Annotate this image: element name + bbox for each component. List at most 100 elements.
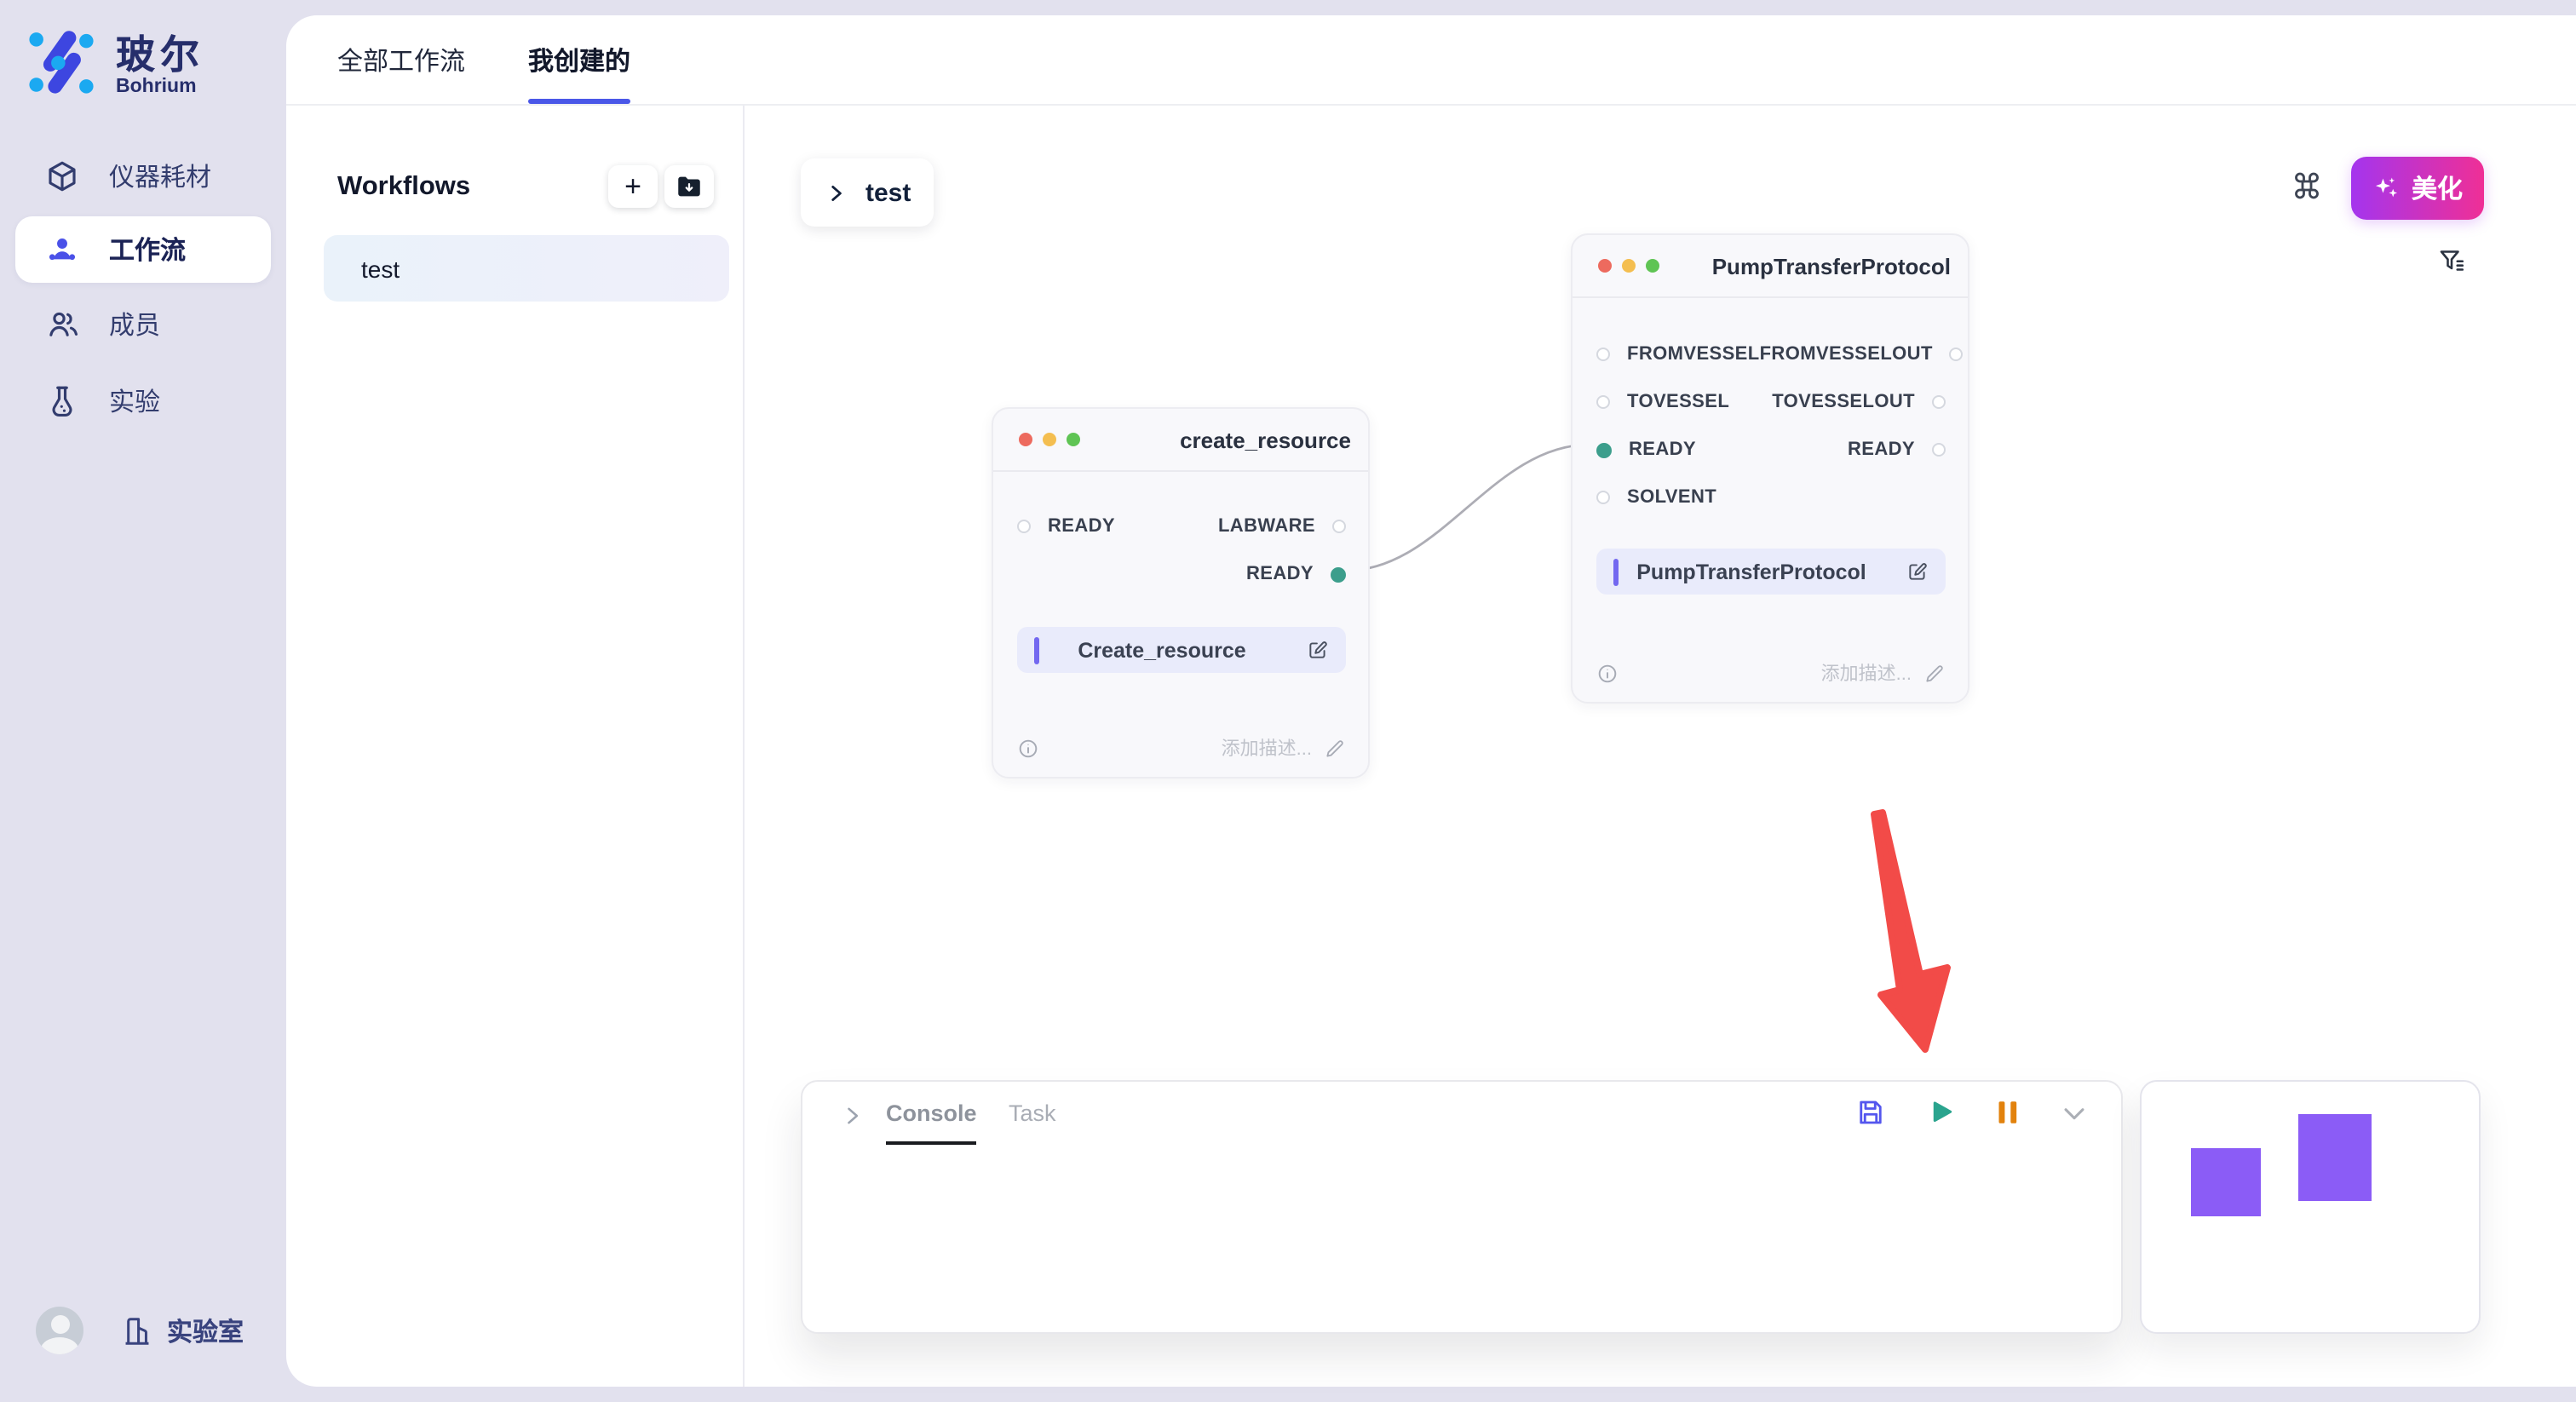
sidebar-item-instruments[interactable]: 仪器耗材 — [15, 143, 271, 210]
port-label: READY — [1848, 440, 1915, 460]
node-header: PumpTransferProtocol — [1573, 235, 1968, 298]
action-accent-bar — [1034, 636, 1039, 664]
save-button[interactable] — [1855, 1097, 1886, 1128]
node-footer: 添加描述... — [1017, 733, 1346, 763]
port-row: TOVESSEL TOVESSELOUT — [1573, 378, 1968, 426]
sidebar-item-workflow[interactable]: 工作流 — [15, 216, 271, 283]
command-palette-button[interactable] — [2290, 169, 2324, 203]
brand-name-zh: 玻尔 — [116, 32, 204, 77]
port-out-tovesselout[interactable] — [1932, 395, 1946, 409]
building-icon — [121, 1314, 153, 1347]
sidebar: 玻尔 Bohrium 仪器耗材 工作流 — [0, 0, 286, 1402]
workflow-list-item-test[interactable]: test — [324, 235, 729, 302]
console-tab-task[interactable]: Task — [1009, 1100, 1056, 1126]
brand-name-en: Bohrium — [116, 77, 204, 99]
beautify-label: 美化 — [2412, 170, 2463, 206]
node-title: create_resource — [1180, 427, 1368, 452]
plus-icon: + — [624, 170, 641, 204]
port-in-ready[interactable] — [1017, 520, 1031, 533]
add-workflow-button[interactable]: + — [608, 165, 658, 208]
sidebar-item-label: 工作流 — [109, 232, 186, 267]
pause-button[interactable] — [1995, 1097, 2021, 1128]
node-action-button[interactable]: Create_resource — [1017, 627, 1346, 673]
workflow-item-name: test — [361, 255, 400, 282]
node-header: create_resource — [993, 409, 1368, 472]
port-in-fromvessel[interactable] — [1596, 348, 1610, 361]
chevron-down-icon — [2060, 1098, 2089, 1127]
node-action-button[interactable]: PumpTransferProtocol — [1596, 549, 1946, 595]
description-placeholder[interactable]: 添加描述... — [1222, 734, 1312, 761]
edit-icon[interactable] — [1307, 639, 1329, 661]
port-out-labware[interactable] — [1332, 520, 1346, 533]
port-row: FROMVESSEL FROMVESSELOUT — [1573, 330, 1968, 378]
minimap-node-create-resource — [2191, 1148, 2261, 1216]
play-icon — [1925, 1097, 1956, 1128]
pencil-icon[interactable] — [1324, 737, 1346, 759]
port-label: TOVESSEL — [1627, 392, 1729, 412]
tab-label: 全部工作流 — [337, 42, 465, 78]
workflows-panel-title: Workflows — [337, 172, 470, 203]
beautify-button[interactable]: 美化 — [2351, 157, 2484, 220]
sidebar-item-label: 实验 — [109, 383, 160, 419]
run-button[interactable] — [1925, 1097, 1956, 1128]
tab-created-by-me[interactable]: 我创建的 — [528, 15, 630, 104]
command-icon — [2290, 169, 2324, 203]
dot-yellow-icon — [1622, 259, 1636, 273]
dot-red-icon — [1598, 259, 1612, 273]
sidebar-item-experiments[interactable]: 实验 — [15, 368, 271, 434]
sidebar-item-members[interactable]: 成员 — [15, 291, 271, 358]
action-label: Create_resource — [1017, 638, 1307, 662]
box-icon — [44, 158, 80, 194]
traffic-dots — [1598, 259, 1659, 273]
members-icon — [44, 307, 80, 342]
port-row: SOLVENT — [1573, 474, 1968, 521]
port-in-tovessel[interactable] — [1596, 395, 1610, 409]
port-label: READY — [1048, 516, 1115, 537]
port-label: SOLVENT — [1627, 487, 1716, 508]
console-expand-chevron[interactable] — [840, 1104, 864, 1128]
minimap-node-pump-transfer-protocol — [2298, 1114, 2372, 1201]
node-title: PumpTransferProtocol — [1712, 253, 1968, 279]
port-out-ready[interactable] — [1932, 443, 1946, 457]
console-panel: Console Task — [801, 1080, 2123, 1334]
filter-icon — [2436, 245, 2467, 276]
port-row: READY LABWARE — [993, 503, 1368, 550]
breadcrumb[interactable]: test — [801, 158, 934, 227]
port-out-ready[interactable] — [1331, 566, 1346, 582]
panel-divider — [743, 106, 745, 1387]
pencil-icon[interactable] — [1923, 662, 1946, 684]
node-pump-transfer-protocol[interactable]: PumpTransferProtocol FROMVESSEL FROMVESS… — [1571, 233, 1969, 704]
workspace-switcher[interactable]: 实验室 — [121, 1313, 244, 1348]
sidebar-footer: 实验室 — [0, 1305, 286, 1356]
bohrium-logo-icon — [24, 24, 99, 99]
chevron-right-icon — [825, 181, 847, 204]
action-accent-bar — [1613, 558, 1619, 585]
port-label: READY — [1629, 440, 1696, 460]
tab-all-workflows[interactable]: 全部工作流 — [337, 15, 465, 104]
avatar[interactable] — [36, 1307, 83, 1354]
filter-button[interactable] — [2436, 245, 2467, 276]
port-row: READY READY — [1573, 426, 1968, 474]
port-in-solvent[interactable] — [1596, 491, 1610, 504]
edit-icon[interactable] — [1906, 560, 1929, 583]
port-row: READY — [993, 550, 1368, 598]
import-workflow-button[interactable] — [664, 165, 714, 208]
tab-label: 我创建的 — [528, 42, 630, 78]
info-icon[interactable] — [1017, 737, 1039, 759]
port-out-fromvesselout[interactable] — [1950, 348, 1964, 361]
info-icon[interactable] — [1596, 662, 1619, 684]
node-create-resource[interactable]: create_resource READY LABWARE READY — [992, 407, 1370, 779]
workflow-people-icon — [44, 232, 80, 267]
sidebar-item-label: 仪器耗材 — [109, 158, 211, 194]
console-tab-console[interactable]: Console — [886, 1100, 977, 1145]
dot-green-icon — [1067, 433, 1080, 446]
save-icon — [1855, 1097, 1886, 1128]
port-in-ready[interactable] — [1596, 442, 1612, 457]
brand-logo: 玻尔 Bohrium — [24, 24, 204, 99]
node-footer: 添加描述... — [1596, 658, 1946, 688]
minimap[interactable] — [2140, 1080, 2481, 1334]
breadcrumb-label: test — [865, 178, 911, 207]
workspace-label: 实验室 — [167, 1313, 244, 1348]
description-placeholder[interactable]: 添加描述... — [1821, 659, 1912, 687]
collapse-button[interactable] — [2060, 1098, 2089, 1127]
